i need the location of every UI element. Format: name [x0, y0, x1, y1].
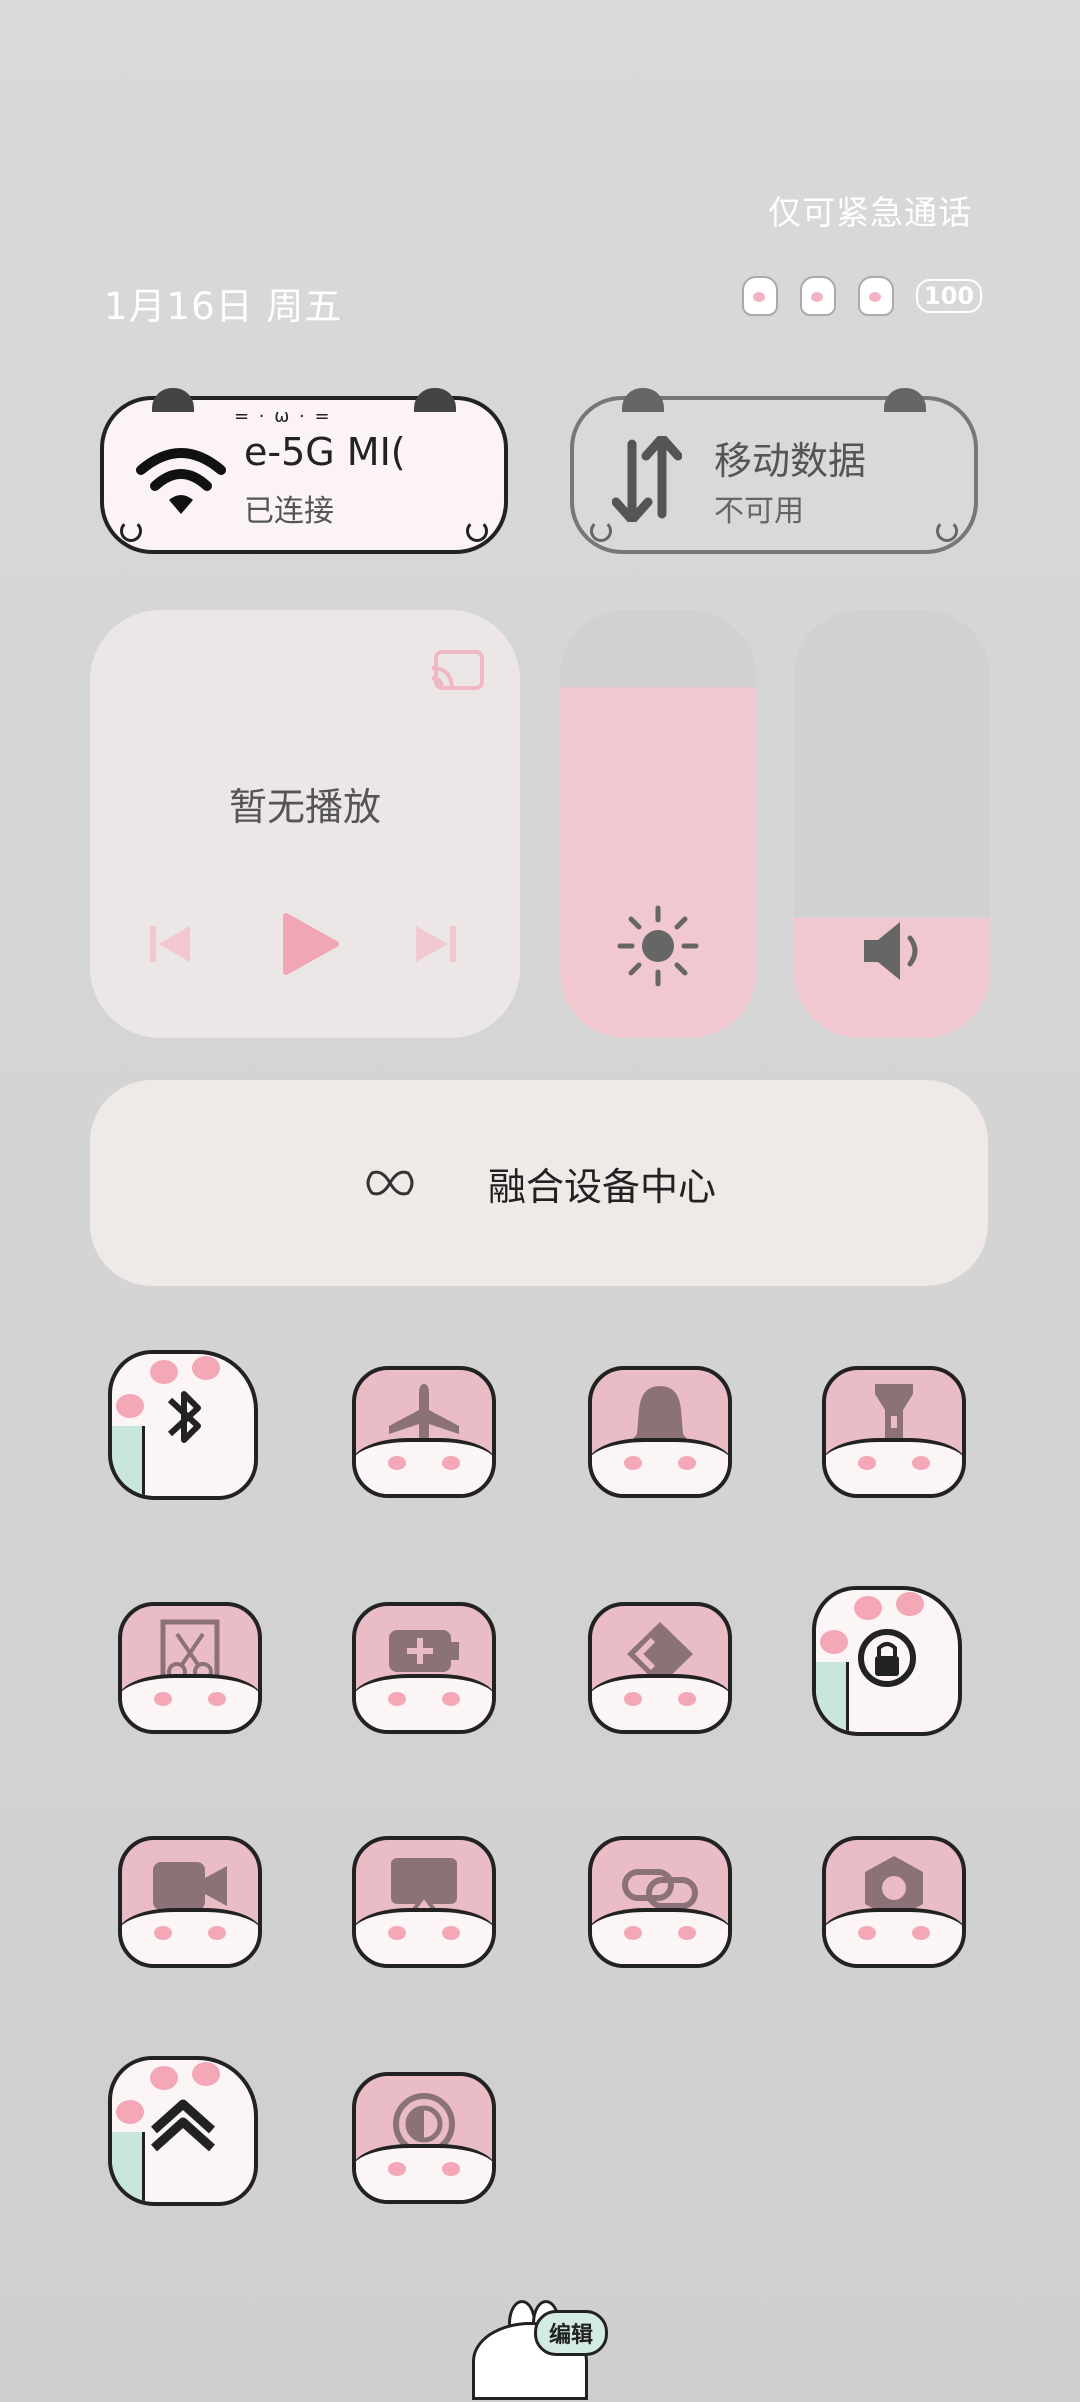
paw-decoration: [356, 1674, 492, 1730]
toe-bean: [896, 1592, 924, 1616]
next-track-icon[interactable]: [412, 920, 460, 968]
toe-bean: [854, 1596, 882, 1620]
paw-status-icon: [858, 276, 894, 316]
toggle-tile-settings[interactable]: [822, 1836, 966, 1968]
speaker-icon: [864, 922, 918, 980]
toggle-tile-airplane[interactable]: [352, 1366, 496, 1498]
wifi-network-name: e-5G MI(: [244, 430, 406, 474]
toe-bean: [150, 1360, 178, 1384]
edit-label: 编辑: [534, 2310, 609, 2356]
toggle-tile-nfc[interactable]: [588, 1602, 732, 1734]
toggle-tile-battery-saver[interactable]: [352, 1602, 496, 1734]
toggle-tile-link[interactable]: [588, 1836, 732, 1968]
mobile-data-toggle-card[interactable]: 移动数据 不可用: [570, 388, 978, 554]
toggle-tile-bell[interactable]: [588, 1366, 732, 1498]
ear-decoration: [152, 388, 194, 412]
paw-decoration: [826, 1438, 962, 1494]
data-arrows-icon: [612, 436, 682, 522]
toe-bean: [192, 1356, 220, 1380]
curl-decoration: [936, 520, 958, 542]
edit-button[interactable]: 编辑: [472, 2300, 612, 2400]
paw-status-icon: [800, 276, 836, 316]
date-label: 1月16日 周五: [104, 285, 343, 328]
rotation-lock-icon: [858, 1629, 916, 1687]
toggle-tile-stack[interactable]: [108, 2056, 258, 2206]
toggle-tile-flashlight[interactable]: [822, 1366, 966, 1498]
mobile-data-status: 不可用: [714, 494, 804, 529]
mobile-data-label: 移动数据: [714, 439, 867, 483]
media-status: 暂无播放: [228, 785, 381, 829]
paw-decoration: [592, 1674, 728, 1730]
device-center-label: 融合设备中心: [487, 1164, 716, 1209]
paw-decoration: [356, 2144, 492, 2200]
infinity-icon: [366, 1170, 414, 1196]
ear-decoration: [622, 388, 664, 412]
cat-face-decoration: = · ω · =: [234, 406, 332, 427]
brightness-slider[interactable]: [560, 610, 756, 1038]
battery-indicator: 100: [916, 279, 983, 313]
previous-track-icon[interactable]: [146, 920, 194, 968]
paw-decoration: [592, 1438, 728, 1494]
cast-icon[interactable]: [428, 648, 486, 696]
paw-decoration: [122, 1674, 258, 1730]
wifi-status: 已连接: [244, 494, 334, 529]
wifi-icon: [136, 448, 226, 514]
paw-decoration: [356, 1438, 492, 1494]
paw-decoration: [356, 1908, 492, 1964]
toggle-tile-eye-comfort[interactable]: [352, 2072, 496, 2204]
toggle-tile-rotation-lock[interactable]: [812, 1586, 962, 1736]
bluetooth-icon: [167, 1391, 201, 1443]
device-center-bar[interactable]: 融合设备中心: [90, 1080, 988, 1286]
emergency-call-status: 仅可紧急通话: [768, 193, 972, 232]
volume-slider[interactable]: [794, 610, 990, 1038]
paw-decoration: [592, 1908, 728, 1964]
curl-decoration: [590, 520, 612, 542]
ear-decoration: [414, 388, 456, 412]
curl-decoration: [120, 520, 142, 542]
paw-status-icon: [742, 276, 778, 316]
toggle-tile-screen-record[interactable]: [118, 1836, 262, 1968]
paw-decoration: [826, 1908, 962, 1964]
wifi-toggle-card[interactable]: = · ω · = e-5G MI( 已连接: [100, 388, 508, 554]
toe-bean: [150, 2066, 178, 2090]
paw-decoration: [122, 1908, 258, 1964]
stack-icon: [150, 2099, 216, 2152]
toggle-tile-projection[interactable]: [352, 1836, 496, 1968]
toggle-tile-screenshot[interactable]: [118, 1602, 262, 1734]
curl-decoration: [466, 520, 488, 542]
toe-bean: [192, 2062, 220, 2086]
media-player-card[interactable]: 暂无播放: [90, 610, 520, 1038]
play-icon[interactable]: [280, 912, 340, 976]
brightness-icon: [617, 905, 699, 987]
toggle-tile-bluetooth[interactable]: [108, 1350, 258, 1500]
ear-decoration: [884, 388, 926, 412]
status-icons: 100: [742, 276, 983, 316]
